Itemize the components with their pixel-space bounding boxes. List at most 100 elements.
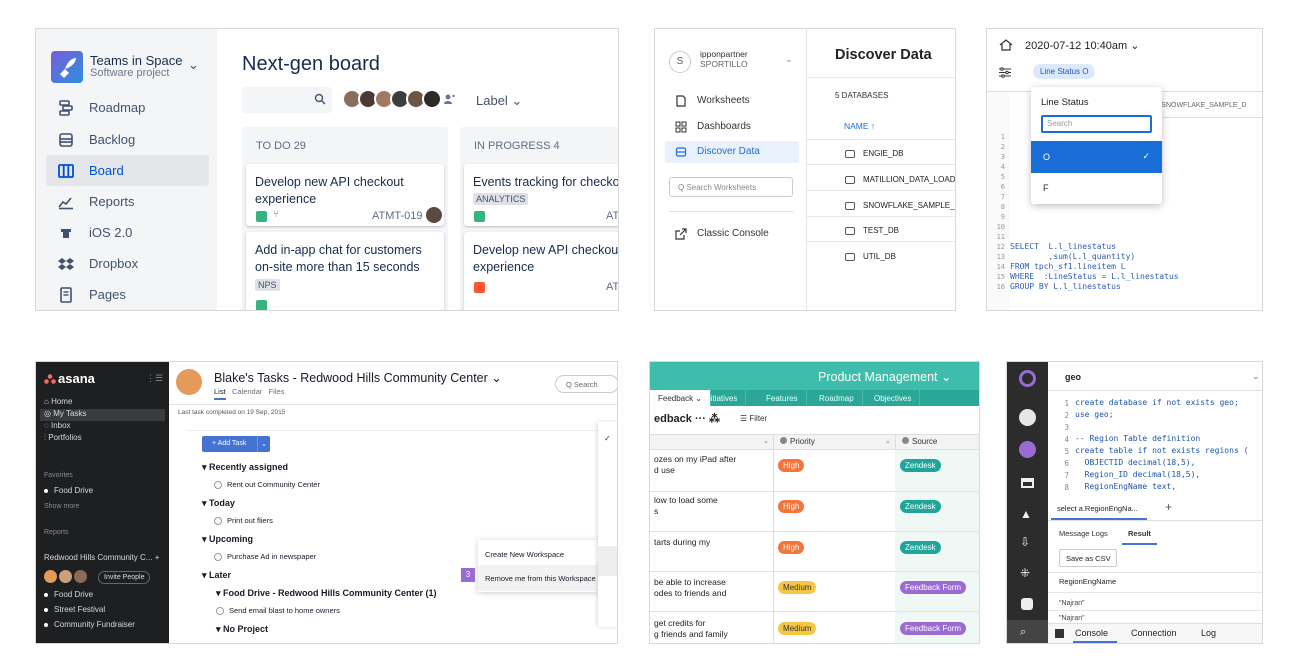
tab-list[interactable]: List [214, 387, 226, 400]
query-explorer-icon[interactable]: ⌕ [1020, 626, 1026, 639]
chevron-down-icon[interactable]: ⌄ [1252, 371, 1260, 382]
chevron-down-icon[interactable]: ⌄ [885, 437, 891, 445]
bell-icon[interactable]: ▲ [1020, 507, 1032, 521]
source-cell[interactable]: Feedback Form [900, 618, 967, 636]
result-row[interactable]: "Najran" [1059, 600, 1085, 607]
sidebar-item-inbox[interactable]: ◌ Inbox [44, 421, 71, 430]
issue-card[interactable]: Develop new API checkout experience ⑂ AT… [246, 164, 444, 226]
avatar[interactable] [59, 570, 72, 583]
team-name[interactable]: Redwood Hills Community C... + [44, 553, 159, 562]
code-line[interactable]: WHERE :LineStatus = L.l_linestatus [1010, 272, 1179, 281]
issue-card[interactable]: Develop new API checkout experience ATMT… [464, 232, 618, 310]
avatar[interactable]: S [669, 51, 691, 73]
sidebar-item-board[interactable]: Board [46, 155, 209, 186]
tab-roadmap[interactable]: Roadmap [811, 390, 863, 406]
chevron-down-icon[interactable]: ⌄ [188, 57, 199, 73]
database-selector[interactable]: geo [1065, 372, 1081, 382]
menu-item-remove-from-workspace[interactable]: Remove me from this Workspace [485, 574, 596, 583]
code-line[interactable]: GROUP BY L.l_linestatus [1010, 282, 1121, 291]
feedback-cell[interactable]: tarts during my [654, 537, 710, 548]
chevron-down-icon[interactable]: ⌄ [785, 54, 793, 65]
priority-cell[interactable]: High [778, 496, 805, 514]
section-header[interactable]: ▾ Recently assigned [202, 462, 288, 473]
sidebar-item-roadmap[interactable]: Roadmap [46, 92, 209, 123]
menu-item-create-workspace[interactable]: Create New Workspace [485, 550, 564, 559]
feedback-cell[interactable]: get credits for g friends and family [654, 618, 728, 640]
sidebar-item-worksheets[interactable]: Worksheets [665, 90, 799, 112]
add-tab-icon[interactable]: + [1165, 500, 1172, 514]
sidebar-item-dropbox[interactable]: Dropbox [46, 248, 209, 279]
sidebar-item-home[interactable]: ⌂ Home [44, 397, 72, 406]
add-people-icon[interactable] [443, 93, 455, 105]
chevron-down-icon[interactable]: ⌄ [763, 437, 769, 445]
section-header[interactable]: ▾ Upcoming [202, 534, 253, 545]
tab-log[interactable]: Log [1201, 628, 1216, 638]
task-row[interactable]: Rent out Community Center [214, 480, 320, 490]
filter-button[interactable]: ☰ Filter [740, 414, 767, 423]
label-filter-button[interactable]: Label ⌄ [476, 93, 522, 109]
priority-cell[interactable]: Medium [778, 618, 817, 636]
tab-console[interactable]: Console [1075, 628, 1108, 638]
query-tab[interactable]: select a.RegionEngNa... [1051, 496, 1147, 520]
project-name[interactable]: Teams in Space [90, 53, 183, 68]
task-row[interactable]: Purchase Ad in newspaper [214, 552, 316, 562]
search-icon[interactable] [314, 93, 326, 105]
priority-cell[interactable]: High [778, 537, 805, 555]
code-line[interactable]: create table if not exists regions ( [1075, 446, 1248, 455]
tab-initiatives[interactable]: Initiatives [696, 390, 747, 406]
code-line[interactable]: OBJECTID decimal(18,5), [1075, 458, 1196, 467]
reports-header[interactable]: Reports [44, 529, 69, 536]
code-line[interactable]: Region_ID decimal(18,5), [1075, 470, 1201, 479]
priority-cell[interactable]: Medium [778, 577, 817, 595]
favorite-item[interactable]: Food Drive [44, 486, 93, 495]
name-sort-header[interactable]: NAME ↑ [844, 121, 875, 131]
table-icon[interactable] [1021, 478, 1034, 488]
avatar[interactable] [74, 570, 87, 583]
tab-features[interactable]: Features [758, 390, 807, 406]
checkmark-icon[interactable] [216, 607, 224, 616]
column-header-priority[interactable]: Priority [780, 437, 815, 446]
base-title[interactable]: Product Management ⌄ [818, 369, 951, 384]
database-row[interactable]: TEST_DB [863, 226, 899, 235]
rocket-icon[interactable] [1019, 409, 1036, 426]
feedback-cell[interactable]: be able to increase odes to friends and [654, 577, 726, 599]
tab-files[interactable]: Files [269, 387, 285, 396]
issue-card[interactable]: Add in-app chat for customers on-site mo… [246, 232, 444, 310]
feedback-cell[interactable]: low to load some s [654, 495, 718, 517]
graph-icon[interactable]: ⁜ [1020, 566, 1030, 580]
show-more-link[interactable]: Show more [44, 503, 79, 510]
source-cell[interactable]: Zendesk [900, 496, 941, 514]
sidebar-item-ios[interactable]: iOS 2.0 [46, 217, 209, 248]
dropdown-option-selected[interactable]: O ✓ [1031, 141, 1162, 173]
project-item[interactable]: Street Festival [44, 605, 105, 614]
section-header[interactable]: ▾ Later [202, 570, 231, 581]
sidebar-item-portfolios[interactable]: ⫶ Portfolios [44, 433, 82, 443]
code-line[interactable]: RegionEngName text, [1075, 482, 1177, 491]
view-name[interactable]: edback ··· ⁂ [654, 412, 720, 425]
worksheet-context-tab[interactable]: · SNOWFLAKE_SAMPLE_D [1157, 102, 1246, 109]
collapse-sidebar-icon[interactable]: ⋮☰ [146, 373, 163, 384]
tab-objectives[interactable]: Objectives [866, 390, 921, 406]
code-line[interactable]: FROM tpch_sf1.lineitem L [1010, 262, 1126, 271]
checkmark-icon[interactable] [214, 553, 222, 562]
priority-cell[interactable]: High [778, 455, 805, 473]
code-line[interactable]: ,sum(L.l_quantity) [1010, 252, 1136, 261]
database-icon[interactable] [1021, 598, 1033, 610]
save-as-csv-button[interactable]: Save as CSV [1059, 549, 1117, 567]
tab-connection[interactable]: Connection [1131, 628, 1177, 638]
code-line[interactable]: use geo; [1075, 410, 1114, 419]
page-title[interactable]: Blake's Tasks - Redwood Hills Community … [214, 370, 502, 385]
issue-card[interactable]: Events tracking for checkout p ANALYTICS… [464, 164, 618, 226]
task-row[interactable]: Print out fliers [214, 516, 273, 526]
search-input[interactable]: Q Search [555, 375, 617, 393]
filter-chip[interactable]: Line Status O [1033, 64, 1096, 79]
task-row[interactable]: Send email blast to home owners [216, 606, 340, 616]
avatar[interactable] [422, 89, 442, 109]
avatar[interactable] [176, 369, 202, 395]
sidebar-item-backlog[interactable]: Backlog [46, 124, 209, 155]
feedback-cell[interactable]: ozes on my iPad after d use [654, 454, 736, 476]
database-row[interactable]: MATILLION_DATA_LOADE [863, 175, 955, 184]
project-item[interactable]: Community Fundraiser [44, 620, 135, 629]
result-row[interactable]: "Najran" [1059, 615, 1085, 622]
tab-message-logs[interactable]: Message Logs [1059, 529, 1108, 538]
